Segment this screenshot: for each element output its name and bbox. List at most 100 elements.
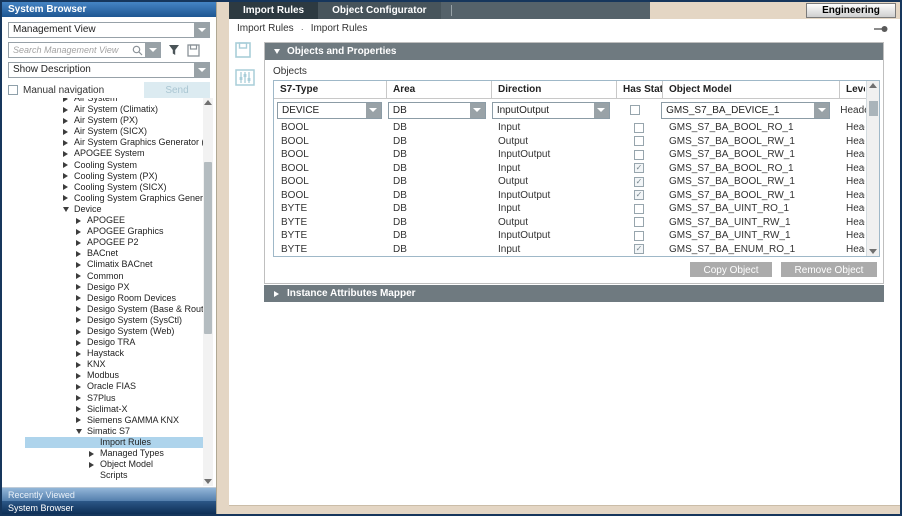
tree-item-modbus[interactable]: Modbus xyxy=(25,370,205,381)
tree-item-import-rules[interactable]: Import Rules xyxy=(25,437,205,448)
column-header-s7-type[interactable]: S7-Type xyxy=(274,81,386,98)
tree-item-cooling-system-graphics-generator-px[interactable]: Cooling System Graphics Generator (PX) xyxy=(25,193,205,204)
chevron-collapsed-icon[interactable] xyxy=(76,240,81,246)
remove-object-button[interactable]: Remove Object xyxy=(781,262,877,277)
description-selector[interactable]: Show Description xyxy=(8,62,210,78)
tab-import-rules[interactable]: Import Rules xyxy=(229,2,318,19)
chevron-expanded-icon[interactable] xyxy=(63,207,69,212)
chevron-collapsed-icon[interactable] xyxy=(63,184,68,190)
chevron-collapsed-icon[interactable] xyxy=(63,151,68,157)
chevron-collapsed-icon[interactable] xyxy=(76,329,81,335)
has-state-checkbox[interactable] xyxy=(634,150,644,160)
tree-item-air-system-px[interactable]: Air System (PX) xyxy=(25,115,205,126)
has-state-checkbox[interactable] xyxy=(634,123,644,133)
tree-item-desigo-px[interactable]: Desigo PX xyxy=(25,282,205,293)
table-row[interactable]: BOOLDBInputGMS_S7_BA_BOOL_RO_1Heade xyxy=(274,121,866,135)
chevron-collapsed-icon[interactable] xyxy=(76,340,81,346)
tree-item-simatic-s7[interactable]: Simatic S7 xyxy=(25,426,205,437)
column-header-direction[interactable]: Direction xyxy=(491,81,616,98)
column-settings-button[interactable] xyxy=(235,69,255,89)
tree-item-knx[interactable]: KNX xyxy=(25,359,205,370)
objects-and-properties-header[interactable]: Objects and Properties xyxy=(265,43,883,60)
chevron-collapsed-icon[interactable] xyxy=(76,306,81,312)
has-state-checkbox[interactable] xyxy=(634,136,644,146)
instance-attributes-mapper-header[interactable]: Instance Attributes Mapper xyxy=(264,285,884,302)
tree-item-managed-types[interactable]: Managed Types xyxy=(25,448,205,459)
table-editor-row[interactable]: DEVICE DB InputOutput xyxy=(274,99,866,121)
chevron-collapsed-icon[interactable] xyxy=(63,118,68,124)
chevron-collapsed-icon[interactable] xyxy=(63,107,68,113)
has-state-checkbox[interactable] xyxy=(630,105,640,115)
chevron-collapsed-icon[interactable] xyxy=(76,373,81,379)
tree-scrollbar[interactable] xyxy=(203,98,213,486)
has-state-checkbox[interactable] xyxy=(634,217,644,227)
tree-item-desigo-system-sysctl[interactable]: Desigo System (SysCtl) xyxy=(25,315,205,326)
object-model-dropdown[interactable]: GMS_S7_BA_DEVICE_1 xyxy=(661,102,830,119)
chevron-collapsed-icon[interactable] xyxy=(76,362,81,368)
tree-item-bacnet[interactable]: BACnet xyxy=(25,248,205,259)
tree-item-apogee[interactable]: APOGEE xyxy=(25,215,205,226)
tree-item-apogee-graphics[interactable]: APOGEE Graphics xyxy=(25,226,205,237)
chevron-collapsed-icon[interactable] xyxy=(63,162,68,168)
tree-item-desigo-tra[interactable]: Desigo TRA xyxy=(25,337,205,348)
tree-item-object-model[interactable]: Object Model xyxy=(25,459,205,470)
chevron-collapsed-icon[interactable] xyxy=(76,251,81,257)
tree-item-haystack[interactable]: Haystack xyxy=(25,348,205,359)
chevron-collapsed-icon[interactable] xyxy=(89,462,94,468)
breadcrumb-item[interactable]: Import Rules xyxy=(311,23,368,34)
chevron-collapsed-icon[interactable] xyxy=(63,173,68,179)
chevron-collapsed-icon[interactable] xyxy=(76,351,81,357)
dropdown-button[interactable] xyxy=(470,103,485,118)
chevron-collapsed-icon[interactable] xyxy=(76,417,81,423)
has-state-checkbox[interactable] xyxy=(634,204,644,214)
scroll-up-icon[interactable] xyxy=(204,100,212,105)
search-input[interactable] xyxy=(9,43,132,57)
tree-item-desigo-system-web[interactable]: Desigo System (Web) xyxy=(25,326,205,337)
tree-item-cooling-system[interactable]: Cooling System xyxy=(25,160,205,171)
collapse-icon[interactable] xyxy=(274,49,280,54)
column-header-level[interactable]: Level xyxy=(839,81,865,98)
recently-viewed-bar[interactable]: Recently Viewed xyxy=(2,487,216,501)
direction-dropdown[interactable]: InputOutput xyxy=(492,102,610,119)
column-header-area[interactable]: Area xyxy=(386,81,491,98)
chevron-collapsed-icon[interactable] xyxy=(63,129,68,135)
save-search-button[interactable] xyxy=(187,43,200,57)
tree-item-desigo-room-devices[interactable]: Desigo Room Devices xyxy=(25,293,205,304)
chevron-expanded-icon[interactable] xyxy=(76,429,82,434)
s7-type-dropdown[interactable]: DEVICE xyxy=(277,102,382,119)
search-dropdown-button[interactable] xyxy=(145,43,160,57)
column-header-has-state[interactable]: Has State xyxy=(616,81,662,98)
tree-item-siemens-gamma-knx[interactable]: Siemens GAMMA KNX xyxy=(25,415,205,426)
table-row[interactable]: BOOLDBOutput✓GMS_S7_BA_BOOL_RW_1Heade xyxy=(274,175,866,189)
table-row[interactable]: BOOLDBInputOutputGMS_S7_BA_BOOL_RW_1Head… xyxy=(274,148,866,162)
send-button[interactable]: Send xyxy=(144,82,210,98)
tree-item-air-system-climatix[interactable]: Air System (Climatix) xyxy=(25,104,205,115)
tree-item-air-system-graphics-generator-px[interactable]: Air System Graphics Generator (PX) xyxy=(25,137,205,148)
tree-item-oracle-fias[interactable]: Oracle FIAS xyxy=(25,381,205,392)
table-row[interactable]: BYTEDBInputOutputGMS_S7_BA_UINT_RW_1Head… xyxy=(274,229,866,243)
chevron-collapsed-icon[interactable] xyxy=(76,218,81,224)
chevron-collapsed-icon[interactable] xyxy=(63,140,68,146)
tree-item-desigo-system-base-router[interactable]: Desigo System (Base & Router) xyxy=(25,304,205,315)
dropdown-button[interactable] xyxy=(366,103,381,118)
manual-navigation-checkbox[interactable] xyxy=(8,85,18,95)
table-row[interactable]: BOOLDBOutputGMS_S7_BA_BOOL_RW_1Heade xyxy=(274,135,866,149)
filter-button[interactable] xyxy=(168,43,180,57)
view-selector-dropdown-button[interactable] xyxy=(194,23,209,37)
table-row[interactable]: BYTEDBOutputGMS_S7_BA_UINT_RW_1Heade xyxy=(274,216,866,230)
chevron-collapsed-icon[interactable] xyxy=(76,229,81,235)
tree-item-cooling-system-sicx[interactable]: Cooling System (SICX) xyxy=(25,182,205,193)
description-selector-dropdown-button[interactable] xyxy=(194,63,209,77)
system-browser-bar[interactable]: System Browser xyxy=(2,501,216,515)
chevron-collapsed-icon[interactable] xyxy=(63,98,68,102)
table-scrollbar-thumb[interactable] xyxy=(869,101,878,116)
pin-button[interactable] xyxy=(874,25,888,36)
save-button[interactable] xyxy=(235,42,251,61)
tree-item-apogee-system[interactable]: APOGEE System xyxy=(25,148,205,159)
tree-item-common[interactable]: Common xyxy=(25,271,205,282)
tree-scrollbar-thumb[interactable] xyxy=(204,162,212,334)
chevron-collapsed-icon[interactable] xyxy=(76,284,81,290)
tree-item-s7plus[interactable]: S7Plus xyxy=(25,393,205,404)
has-state-checkbox[interactable]: ✓ xyxy=(634,244,644,254)
chevron-collapsed-icon[interactable] xyxy=(89,451,94,457)
